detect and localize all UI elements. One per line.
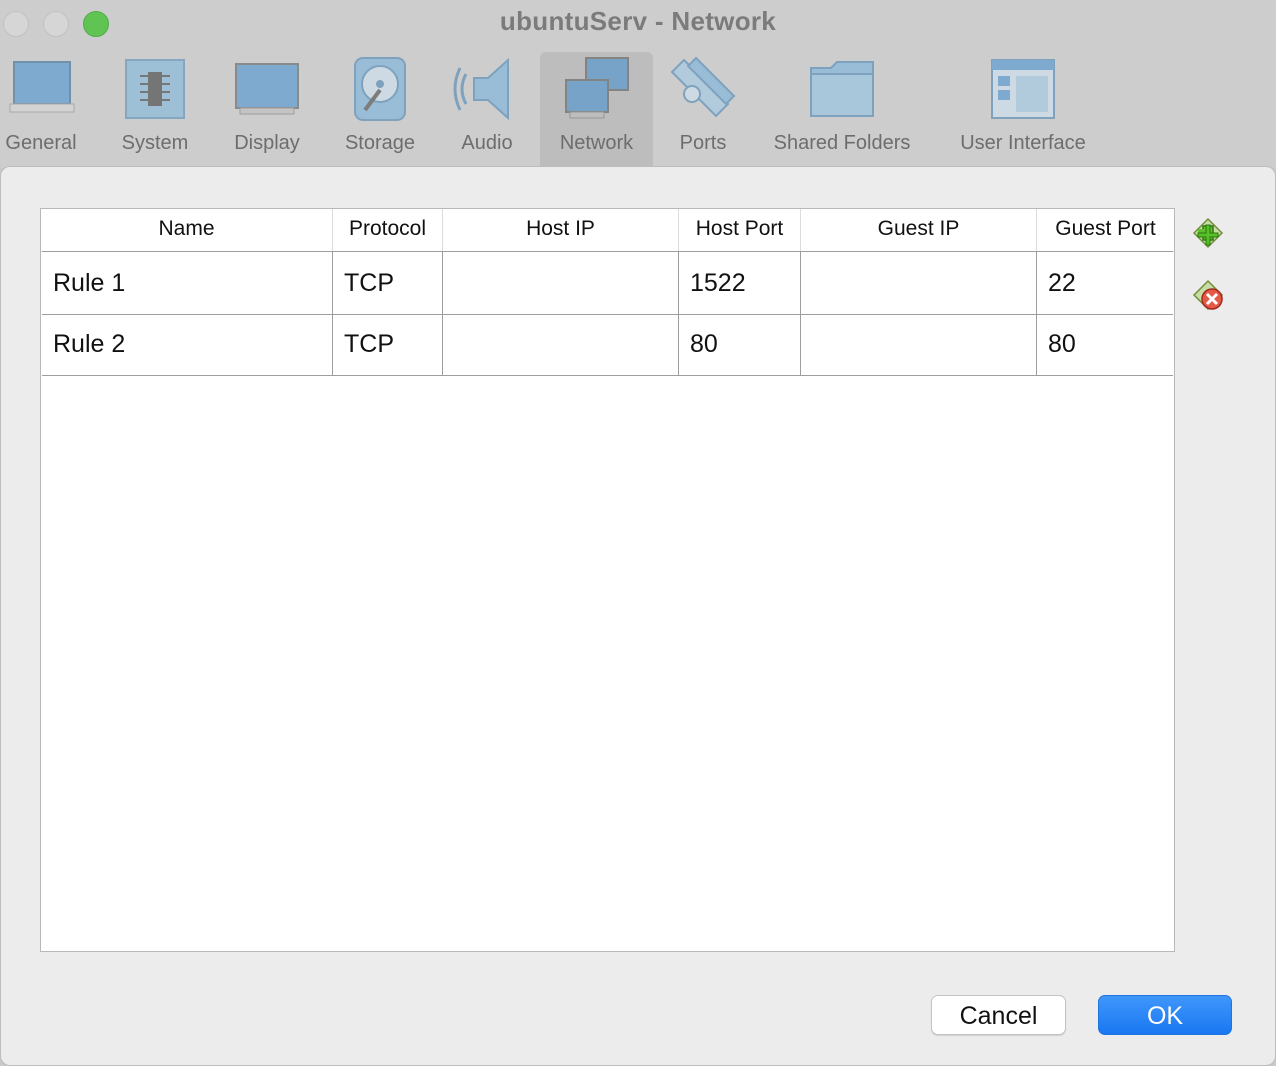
tab-user-interface[interactable]: User Interface bbox=[950, 52, 1096, 166]
port-forwarding-dialog: Name Protocol Host IP Host Port Guest IP… bbox=[0, 166, 1276, 1066]
tab-system[interactable]: System bbox=[105, 52, 205, 166]
cell-host-port[interactable]: 80 bbox=[679, 313, 801, 375]
system-chip-icon bbox=[125, 59, 185, 119]
cell-guest-port[interactable]: 22 bbox=[1037, 252, 1173, 314]
port-forwarding-rules-table: Name Protocol Host IP Host Port Guest IP… bbox=[40, 208, 1175, 952]
cancel-button[interactable]: Cancel bbox=[931, 995, 1066, 1035]
tab-label: User Interface bbox=[960, 132, 1086, 154]
cell-guest-ip[interactable] bbox=[801, 313, 1037, 375]
remove-rule-icon bbox=[1192, 279, 1224, 311]
cell-name[interactable]: Rule 2 bbox=[42, 313, 333, 375]
cell-name[interactable]: Rule 1 bbox=[42, 252, 333, 314]
title-toolbar: ubuntuServ - Network General System Disp… bbox=[0, 0, 1276, 168]
tab-label: Ports bbox=[679, 132, 727, 154]
tab-label: Storage bbox=[344, 132, 416, 154]
tab-label: Audio bbox=[461, 132, 513, 154]
remove-rule-button[interactable] bbox=[1190, 277, 1226, 313]
cell-guest-port[interactable]: 80 bbox=[1037, 313, 1173, 375]
tab-audio[interactable]: Audio bbox=[446, 52, 528, 166]
cell-host-port[interactable]: 1522 bbox=[679, 252, 801, 314]
tab-storage[interactable]: Storage bbox=[330, 52, 430, 166]
tab-shared-folders[interactable]: Shared Folders bbox=[764, 52, 920, 166]
window-title: ubuntuServ - Network bbox=[499, 6, 777, 36]
tab-display[interactable]: Display bbox=[222, 52, 312, 166]
table-row[interactable]: Rule 1 TCP 1522 22 bbox=[42, 251, 1173, 315]
cell-protocol[interactable]: TCP bbox=[333, 252, 443, 314]
storage-disk-icon bbox=[354, 57, 406, 121]
cell-host-ip[interactable] bbox=[443, 313, 679, 375]
column-header-guest-port[interactable]: Guest Port bbox=[1037, 209, 1174, 251]
column-header-guest-ip[interactable]: Guest IP bbox=[801, 209, 1037, 251]
cell-guest-ip[interactable] bbox=[801, 252, 1037, 314]
table-header: Name Protocol Host IP Host Port Guest IP… bbox=[41, 209, 1174, 252]
network-icon bbox=[564, 57, 629, 119]
audio-speaker-icon bbox=[453, 57, 509, 121]
tab-label: General bbox=[5, 132, 77, 154]
add-rule-icon bbox=[1192, 217, 1224, 249]
tab-network[interactable]: Network bbox=[540, 52, 653, 166]
column-header-name[interactable]: Name bbox=[41, 209, 333, 251]
cell-protocol[interactable]: TCP bbox=[333, 313, 443, 375]
tab-label: Network bbox=[559, 132, 634, 154]
ok-button[interactable]: OK bbox=[1098, 995, 1232, 1035]
table-row[interactable]: Rule 2 TCP 80 80 bbox=[42, 313, 1173, 376]
tab-ports[interactable]: Ports bbox=[668, 52, 738, 166]
shared-folders-icon bbox=[810, 61, 874, 117]
add-rule-button[interactable] bbox=[1190, 215, 1226, 251]
display-monitor-icon bbox=[235, 63, 299, 115]
column-header-host-port[interactable]: Host Port bbox=[679, 209, 801, 251]
user-interface-icon bbox=[991, 59, 1055, 119]
tab-label: Shared Folders bbox=[773, 132, 911, 154]
column-header-host-ip[interactable]: Host IP bbox=[443, 209, 679, 251]
tab-label: Display bbox=[234, 132, 300, 154]
column-header-protocol[interactable]: Protocol bbox=[333, 209, 443, 251]
general-icon bbox=[9, 61, 75, 113]
tab-general[interactable]: General bbox=[0, 52, 82, 166]
tab-label: System bbox=[121, 132, 189, 154]
ports-icon bbox=[670, 56, 736, 118]
cell-host-ip[interactable] bbox=[443, 252, 679, 314]
